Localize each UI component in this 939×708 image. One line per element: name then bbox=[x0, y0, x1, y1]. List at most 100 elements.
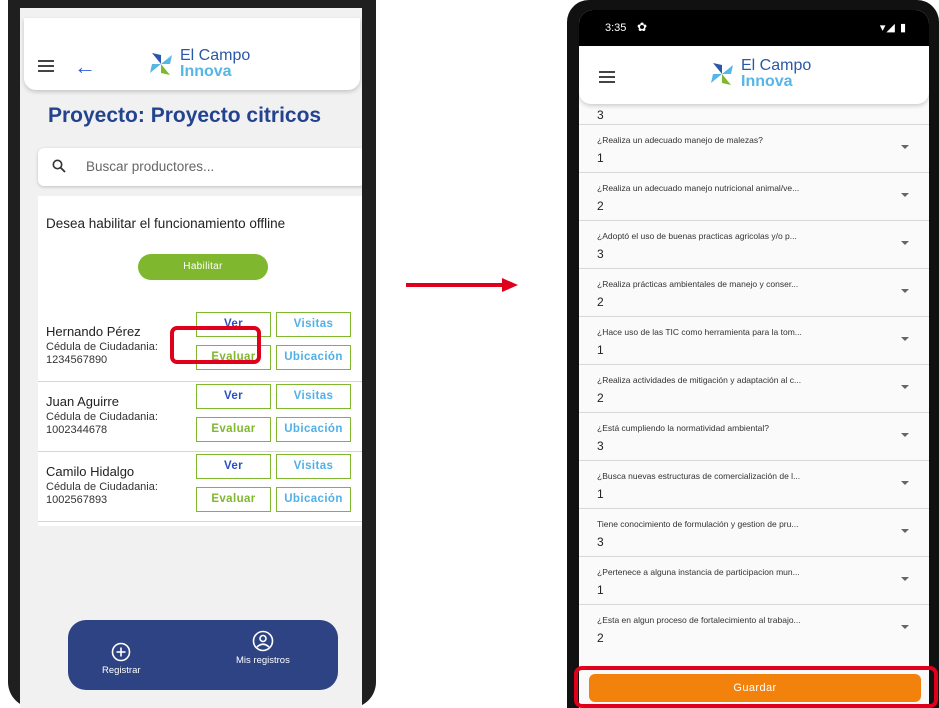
right-screen: 3:35 ✿ ▾◢ ▮ El Campo Innova 3 ¿Realiza u… bbox=[579, 10, 929, 708]
producer-doc-number: 1234567890 bbox=[46, 354, 108, 366]
producer-row: Juan Aguirre Cédula de Ciudadania: 10023… bbox=[38, 382, 362, 452]
evaluar-button[interactable]: Evaluar bbox=[196, 487, 271, 512]
add-circle-icon bbox=[111, 642, 131, 662]
app-logo: El Campo Innova bbox=[707, 58, 811, 90]
dropdown-caret-icon bbox=[901, 289, 909, 293]
status-bar: 3:35 ✿ ▾◢ ▮ bbox=[579, 10, 929, 46]
logo-line2: Innova bbox=[180, 63, 232, 80]
ver-button[interactable]: Ver bbox=[196, 384, 271, 409]
offline-prompt: Desea habilitar el funcionamiento offlin… bbox=[46, 216, 286, 231]
ubicacion-button[interactable]: Ubicación bbox=[276, 417, 351, 442]
producer-name: Hernando Pérez bbox=[46, 324, 141, 339]
question-select[interactable]: ¿Realiza un adecuado manejo de malezas? … bbox=[579, 124, 929, 172]
answer-value: 2 bbox=[597, 391, 604, 405]
dropdown-caret-icon bbox=[901, 193, 909, 197]
back-arrow-icon[interactable]: ← bbox=[74, 56, 96, 78]
question-text: ¿Busca nuevas estructuras de comercializ… bbox=[597, 471, 801, 481]
status-time: 3:35 bbox=[605, 22, 627, 34]
answer-value: 3 bbox=[597, 439, 604, 453]
answer-value: 2 bbox=[597, 295, 604, 309]
question-text: ¿Pertenece a alguna instancia de partici… bbox=[597, 567, 800, 577]
producer-doc-label: Cédula de Ciudadania: bbox=[46, 411, 158, 423]
search-input[interactable]: Buscar productores... bbox=[38, 148, 362, 186]
flow-arrow-icon bbox=[406, 278, 518, 292]
producer-doc-label: Cédula de Ciudadania: bbox=[46, 341, 158, 353]
dropdown-caret-icon bbox=[901, 385, 909, 389]
answer-value: 2 bbox=[597, 631, 604, 645]
visitas-button[interactable]: Visitas bbox=[276, 312, 351, 337]
left-app-bar: ← El Campo Innova bbox=[24, 18, 360, 90]
visitas-button[interactable]: Visitas bbox=[276, 454, 351, 479]
nav-registrar[interactable]: Registrar bbox=[102, 642, 141, 676]
question-text: ¿Hace uso de las TIC como herramienta pa… bbox=[597, 327, 802, 337]
account-circle-icon bbox=[252, 630, 274, 652]
answer-value: 3 bbox=[597, 535, 604, 549]
answer-value: 3 bbox=[597, 247, 604, 261]
dropdown-caret-icon bbox=[901, 481, 909, 485]
question-text: ¿Realiza un adecuado manejo de malezas? bbox=[597, 135, 763, 145]
producer-name: Juan Aguirre bbox=[46, 394, 119, 409]
nav-mis-registros-label: Mis registros bbox=[236, 655, 290, 666]
nav-registrar-label: Registrar bbox=[102, 665, 141, 676]
signal-battery-icon: ▾◢ ▮ bbox=[879, 22, 907, 34]
pinwheel-logo-icon bbox=[150, 53, 172, 75]
question-select[interactable]: ¿Esta en algun proceso de fortalecimient… bbox=[579, 604, 929, 652]
nav-mis-registros[interactable]: Mis registros bbox=[236, 630, 290, 666]
menu-icon[interactable] bbox=[599, 71, 615, 83]
question-select[interactable]: ¿Hace uso de las TIC como herramienta pa… bbox=[579, 316, 929, 364]
dropdown-caret-icon bbox=[901, 145, 909, 149]
search-placeholder: Buscar productores... bbox=[86, 159, 215, 174]
dropdown-caret-icon bbox=[901, 337, 909, 341]
bottom-navigation: Registrar Mis registros bbox=[68, 620, 338, 690]
question-select[interactable]: ¿Realiza actividades de mitigación y ada… bbox=[579, 364, 929, 412]
partial-answer-value: 3 bbox=[597, 108, 604, 122]
question-select[interactable]: ¿Está cumpliendo la normatividad ambient… bbox=[579, 412, 929, 460]
question-select[interactable]: ¿Pertenece a alguna instancia de partici… bbox=[579, 556, 929, 604]
dropdown-caret-icon bbox=[901, 433, 909, 437]
visitas-button[interactable]: Visitas bbox=[276, 384, 351, 409]
question-text: ¿Realiza un adecuado manejo nutricional … bbox=[597, 183, 800, 193]
ver-button[interactable]: Ver bbox=[196, 454, 271, 479]
logo-line2: Innova bbox=[741, 73, 793, 90]
right-app-bar: El Campo Innova bbox=[579, 46, 929, 104]
producer-doc-number: 1002567893 bbox=[46, 494, 108, 506]
producer-name: Camilo Hidalgo bbox=[46, 464, 135, 479]
search-icon bbox=[52, 159, 66, 173]
question-text: ¿Realiza actividades de mitigación y ada… bbox=[597, 375, 802, 385]
question-text: ¿Adoptó el uso de buenas practicas agric… bbox=[597, 231, 797, 241]
producer-row: Camilo Hidalgo Cédula de Ciudadania: 100… bbox=[38, 452, 362, 522]
question-text: ¿Está cumpliendo la normatividad ambient… bbox=[597, 423, 769, 433]
question-text: Tiene conocimiento de formulación y gest… bbox=[597, 519, 799, 529]
question-select[interactable]: ¿Realiza un adecuado manejo nutricional … bbox=[579, 172, 929, 220]
producer-doc-number: 1002344678 bbox=[46, 424, 108, 436]
question-select[interactable]: ¿Adoptó el uso de buenas practicas agric… bbox=[579, 220, 929, 268]
evaluar-button[interactable]: Evaluar bbox=[196, 417, 271, 442]
menu-icon[interactable] bbox=[38, 60, 54, 72]
question-select[interactable]: Tiene conocimiento de formulación y gest… bbox=[579, 508, 929, 556]
answer-value: 1 bbox=[597, 583, 604, 597]
enable-offline-button[interactable]: Habilitar bbox=[138, 254, 268, 280]
dropdown-caret-icon bbox=[901, 577, 909, 581]
app-logo: El Campo Innova bbox=[146, 48, 250, 80]
question-select[interactable]: ¿Realiza prácticas ambientales de manejo… bbox=[579, 268, 929, 316]
answer-value: 1 bbox=[597, 151, 604, 165]
guardar-highlight-box bbox=[574, 666, 938, 708]
dropdown-caret-icon bbox=[901, 625, 909, 629]
dropdown-caret-icon bbox=[901, 529, 909, 533]
dropdown-caret-icon bbox=[901, 241, 909, 245]
answer-value: 1 bbox=[597, 487, 604, 501]
evaluar-highlight-box bbox=[170, 326, 261, 364]
question-text: ¿Esta en algun proceso de fortalecimient… bbox=[597, 615, 801, 625]
answer-value: 1 bbox=[597, 343, 604, 357]
question-select[interactable]: ¿Busca nuevas estructuras de comercializ… bbox=[579, 460, 929, 508]
question-text: ¿Realiza prácticas ambientales de manejo… bbox=[597, 279, 799, 289]
logo-line1: El Campo bbox=[741, 57, 812, 74]
producer-doc-label: Cédula de Ciudadania: bbox=[46, 481, 158, 493]
answer-value: 2 bbox=[597, 199, 604, 213]
ubicacion-button[interactable]: Ubicación bbox=[276, 487, 351, 512]
pinwheel-logo-icon bbox=[711, 63, 733, 85]
logo-line1: El Campo bbox=[180, 47, 251, 64]
settings-status-icon: ✿ bbox=[637, 20, 648, 34]
page-title: Proyecto: Proyecto citricos bbox=[48, 104, 322, 127]
ubicacion-button[interactable]: Ubicación bbox=[276, 345, 351, 370]
